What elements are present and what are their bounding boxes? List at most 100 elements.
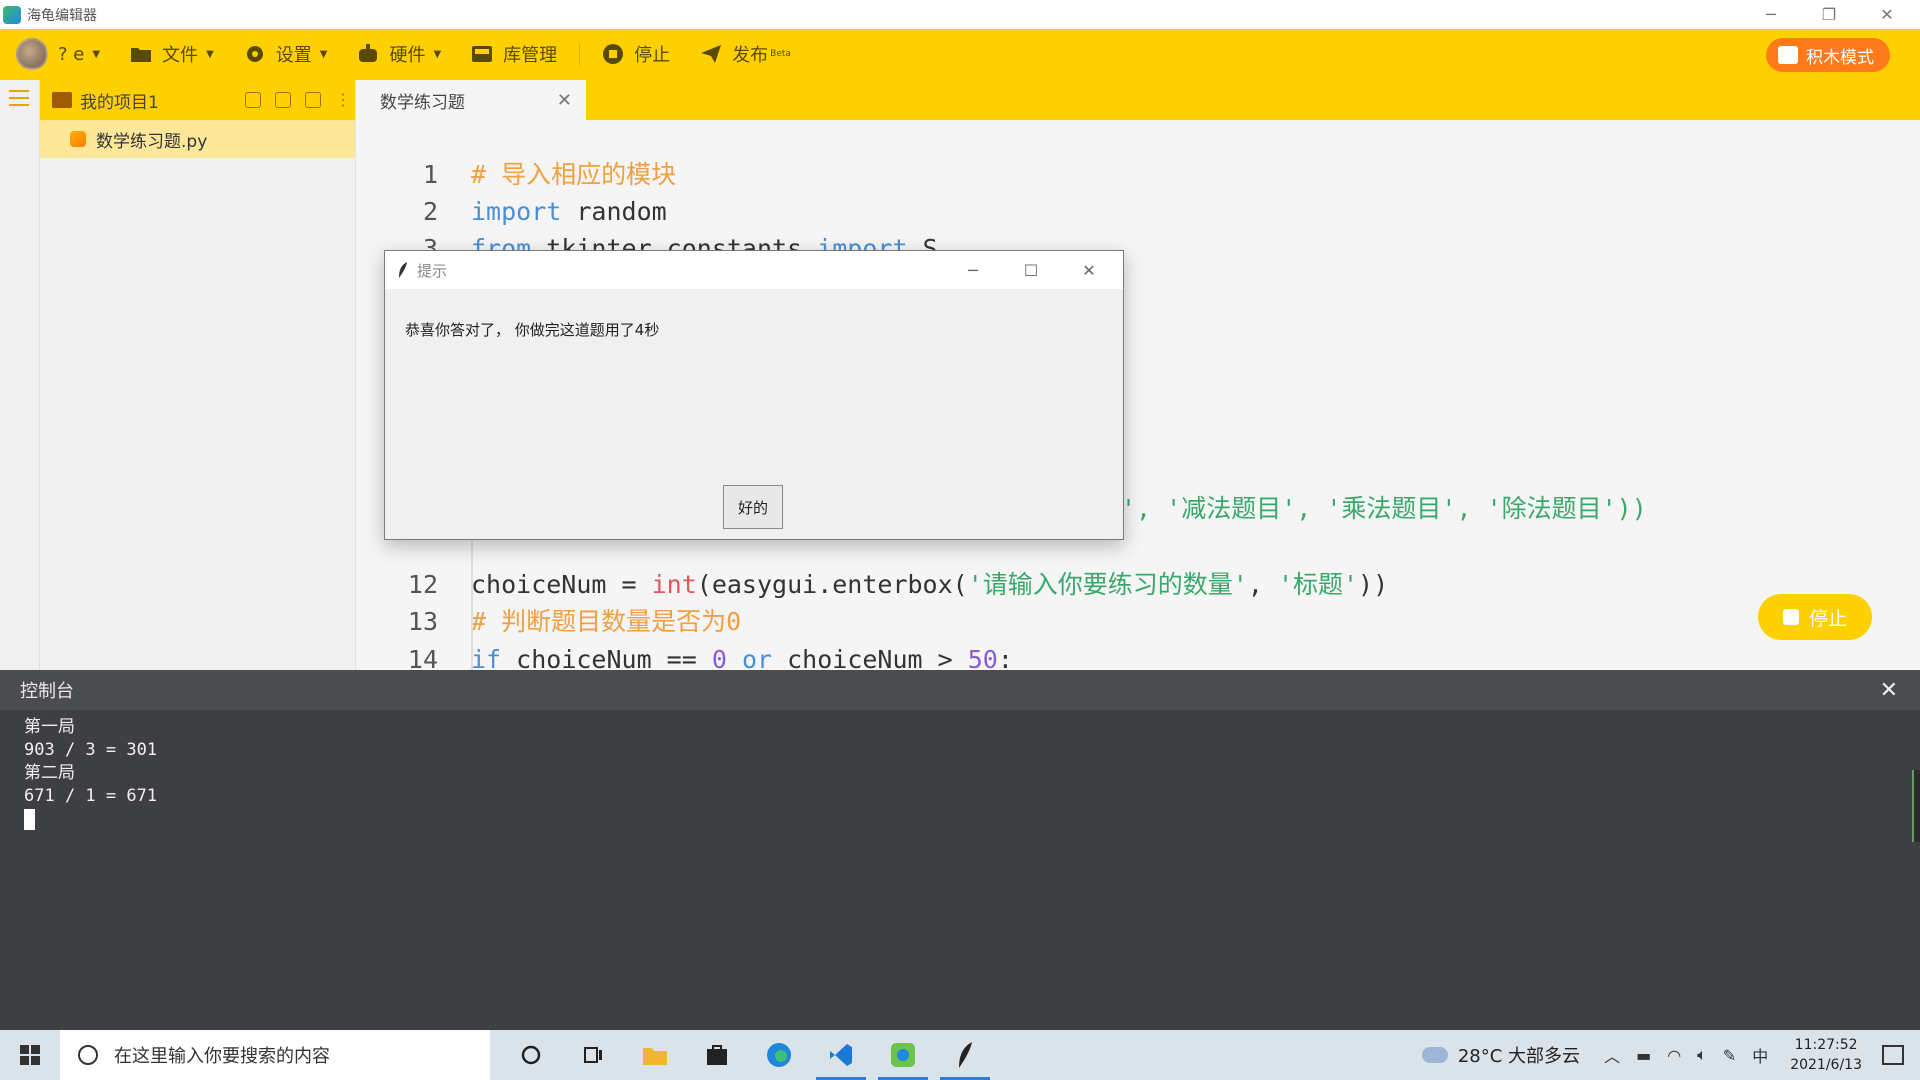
clock-time: 11:27:52	[1794, 1037, 1858, 1053]
volume-icon[interactable]: 🔈︎	[1697, 1045, 1707, 1065]
refresh-icon[interactable]	[305, 92, 321, 108]
editor-tabbar: 数学练习题 ✕	[356, 80, 1920, 120]
minimize-button[interactable]: ─	[1742, 0, 1800, 29]
code-line: 13 # 判断题目数量是否为0	[407, 607, 742, 636]
stop-button[interactable]: 停止	[602, 41, 670, 67]
tab-math-practice[interactable]: 数学练习题 ✕	[356, 80, 586, 120]
search-placeholder: 在这里输入你要搜索的内容	[114, 1046, 330, 1067]
folder-icon	[130, 43, 152, 65]
taskbar-search[interactable]: 在这里输入你要搜索的内容	[60, 1030, 490, 1080]
console-line: 第二局	[24, 763, 75, 783]
windows-taskbar: 在这里输入你要搜索的内容 28°C 大部多云 ︿ ▬ ◠ 🔈︎ ✎ 中 11:2…	[0, 1030, 1920, 1080]
chevron-down-icon: ▼	[206, 48, 214, 60]
cloud-icon	[1421, 1047, 1448, 1063]
floating-stop-button[interactable]: 停止	[1758, 594, 1872, 640]
sidebar-toggle-icon[interactable]	[9, 90, 29, 106]
settings-menu[interactable]: 设置 ▼	[244, 41, 328, 67]
chevron-down-icon: ▼	[92, 48, 101, 60]
code-line: 14 if choiceNum == 0 or choiceNum > 50:	[407, 645, 1013, 670]
store-icon[interactable]	[686, 1030, 748, 1080]
python-feather-icon[interactable]	[934, 1030, 996, 1080]
block-mode-label: 积木模式	[1806, 47, 1874, 68]
tip-dialog: 提示 ─ ☐ ✕ 恭喜你答对了， 你做完这道题用了4秒 好的	[384, 250, 1124, 540]
stop-icon	[1782, 609, 1799, 625]
new-folder-icon[interactable]	[275, 92, 291, 108]
console-line: 第一局	[24, 717, 75, 737]
robot-icon	[357, 43, 379, 65]
cortana-icon[interactable]	[500, 1030, 562, 1080]
console-panel: 控制台 ✕ 第一局 903 / 3 = 301 第二局 671 / 1 = 671	[0, 670, 1920, 1030]
start-button[interactable]	[0, 1030, 60, 1080]
tab-label: 数学练习题	[380, 92, 465, 113]
project-header: 我的项目1 ⋮	[40, 80, 355, 120]
turtle-editor-icon[interactable]	[872, 1030, 934, 1080]
publish-label: 发布	[732, 45, 769, 66]
file-explorer-icon[interactable]	[624, 1030, 686, 1080]
task-view-icon[interactable]	[562, 1030, 624, 1080]
user-avatar[interactable]	[16, 38, 48, 70]
library-icon	[471, 43, 493, 65]
system-tray: 28°C 大部多云 ︿ ▬ ◠ 🔈︎ ✎ 中 11:27:52 2021/6/1…	[1421, 1030, 1920, 1080]
blocks-icon	[1778, 46, 1798, 64]
partial-code: ', '减法题目', '乘法题目', '除法题目'))	[1121, 494, 1647, 523]
close-button[interactable]: ✕	[1858, 0, 1916, 29]
console-header: 控制台 ✕	[0, 670, 1920, 710]
publish-button[interactable]: 发布 Beta	[700, 41, 791, 67]
project-panel: 我的项目1 ⋮ 数学练习题.py	[40, 80, 356, 670]
pen-icon[interactable]: ✎	[1723, 1046, 1736, 1065]
file-name: 数学练习题.py	[96, 131, 208, 152]
code-line: 15 while True:	[356, 646, 1920, 670]
more-icon[interactable]: ⋮	[335, 92, 351, 108]
weather-widget[interactable]: 28°C 大部多云	[1421, 1042, 1581, 1068]
library-label: 库管理	[503, 45, 558, 66]
send-icon	[700, 43, 722, 65]
notification-icon[interactable]	[1882, 1045, 1904, 1065]
vscode-icon[interactable]	[810, 1030, 872, 1080]
user-name: ? e	[58, 43, 85, 65]
feather-icon	[397, 262, 409, 278]
console-output[interactable]: 第一局 903 / 3 = 301 第二局 671 / 1 = 671	[0, 710, 1920, 837]
beta-badge: Beta	[770, 49, 791, 59]
hardware-menu[interactable]: 硬件 ▼	[357, 41, 441, 67]
dialog-minimize-button[interactable]: ─	[945, 251, 1001, 289]
file-item[interactable]: 数学练习题.py	[40, 120, 355, 158]
ime-indicator[interactable]: 中	[1752, 1043, 1768, 1067]
window-title: 海龟编辑器	[27, 7, 97, 24]
chevron-down-icon: ▼	[319, 48, 328, 60]
floating-stop-label: 停止	[1808, 607, 1847, 630]
settings-menu-label: 设置	[275, 45, 312, 66]
close-console-icon[interactable]: ✕	[1880, 678, 1898, 703]
windows-logo-icon	[20, 1045, 40, 1065]
console-scrollbar[interactable]	[1912, 770, 1920, 842]
ok-button[interactable]: 好的	[723, 485, 783, 529]
file-menu-label: 文件	[162, 45, 199, 66]
restore-button[interactable]: ❐	[1800, 0, 1858, 29]
block-mode-button[interactable]: 积木模式	[1766, 38, 1890, 72]
user-menu[interactable]: ? e ▼	[58, 44, 100, 65]
chevron-up-icon[interactable]: ︿	[1604, 1043, 1620, 1067]
toolbar-divider	[579, 43, 581, 65]
console-line: 671 / 1 = 671	[24, 786, 158, 806]
dialog-close-button[interactable]: ✕	[1061, 251, 1117, 289]
dialog-title: 提示	[417, 261, 448, 280]
close-tab-icon[interactable]: ✕	[557, 90, 572, 111]
dialog-maximize-button[interactable]: ☐	[1003, 251, 1059, 289]
project-folder-icon	[52, 92, 72, 108]
new-file-icon[interactable]	[245, 92, 261, 108]
console-title: 控制台	[20, 681, 74, 702]
hardware-menu-label: 硬件	[389, 45, 426, 66]
file-menu[interactable]: 文件 ▼	[130, 41, 214, 67]
stop-icon	[602, 43, 624, 65]
code-line: 2 import random	[422, 197, 667, 226]
weather-text: 28°C 大部多云	[1457, 1046, 1581, 1067]
wifi-icon[interactable]: ◠	[1667, 1046, 1681, 1065]
library-button[interactable]: 库管理	[471, 41, 557, 67]
stop-label: 停止	[634, 45, 671, 66]
search-icon	[78, 1045, 98, 1065]
code-line: 3 from tkinter.constants import S	[422, 234, 938, 263]
chevron-down-icon: ▼	[433, 48, 442, 60]
battery-icon[interactable]: ▬	[1636, 1046, 1651, 1065]
edge-browser-icon[interactable]	[748, 1030, 810, 1080]
indent-guide	[471, 530, 473, 670]
clock[interactable]: 11:27:52 2021/6/13	[1790, 1035, 1862, 1075]
